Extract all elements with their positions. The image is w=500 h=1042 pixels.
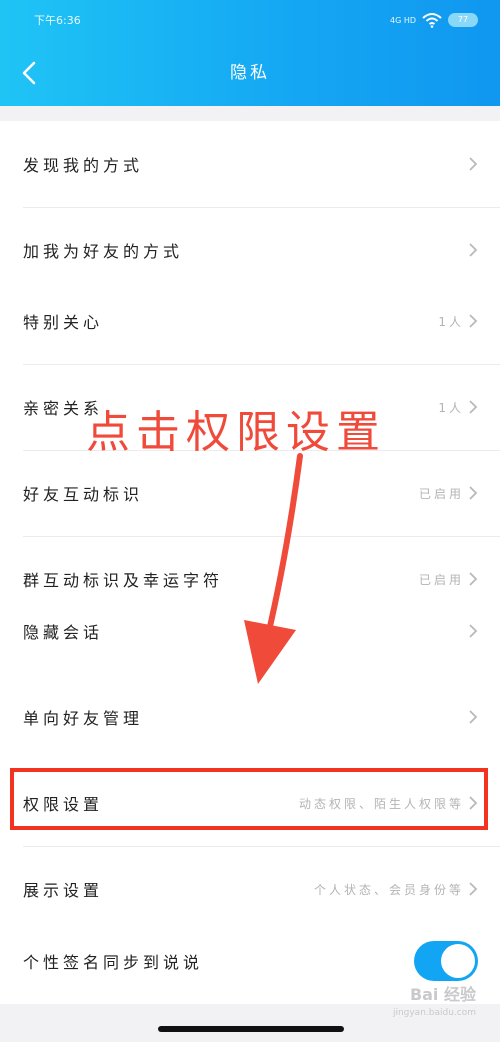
toggle-knob <box>441 944 475 978</box>
chevron-right-icon <box>469 243 478 257</box>
signature-sync-toggle[interactable] <box>414 941 478 981</box>
baidu-watermark: Bai 经验 jingyan.baidu.com <box>393 986 476 1022</box>
wifi-icon <box>422 13 442 28</box>
chevron-right-icon <box>469 572 478 586</box>
header-bar: 下午6:36 4G HD 77 隐私 <box>0 0 500 106</box>
chevron-right-icon <box>469 314 478 328</box>
chevron-right-icon <box>469 882 478 896</box>
chevron-right-icon <box>469 400 478 414</box>
row-value: 已启用 <box>418 486 464 501</box>
status-indicators: 4G HD 77 <box>390 10 478 30</box>
row-value: 个人状态、会员身份等 <box>313 882 464 897</box>
annotation-text: 点击权限设置 <box>86 407 386 458</box>
row-label: 发现我的方式 <box>23 156 144 175</box>
row-label: 好友互动标识 <box>23 485 144 504</box>
row-discover-me[interactable]: 发现我的方式 <box>0 121 500 207</box>
row-label: 加我为好友的方式 <box>23 242 184 261</box>
watermark-site: jingyan.baidu.com <box>392 1008 476 1018</box>
annotation-arrow-icon <box>244 453 303 684</box>
watermark-brand: Bai 经验 <box>409 985 476 1004</box>
home-indicator[interactable] <box>158 1026 344 1032</box>
row-label: 特别关心 <box>23 313 104 332</box>
signal-text: 4G HD <box>389 15 416 25</box>
row-value: 1人 <box>438 314 464 329</box>
section-discovery: 发现我的方式 加我为好友的方式 <box>0 121 500 293</box>
battery-indicator: 77 <box>448 13 478 27</box>
row-special-care[interactable]: 特别关心 1人 <box>0 278 500 364</box>
chevron-right-icon <box>469 710 478 724</box>
chevron-right-icon <box>469 624 478 638</box>
row-value: 已启用 <box>418 572 464 587</box>
row-label: 个性签名同步到说说 <box>23 953 204 972</box>
row-label: 单向好友管理 <box>23 709 144 728</box>
status-time: 下午6:36 <box>34 14 81 27</box>
row-value: 1人 <box>438 400 464 415</box>
chevron-right-icon <box>469 157 478 171</box>
highlight-box <box>10 768 488 830</box>
row-label: 展示设置 <box>23 881 104 900</box>
chevron-right-icon <box>469 486 478 500</box>
page-title: 隐私 <box>230 63 270 83</box>
